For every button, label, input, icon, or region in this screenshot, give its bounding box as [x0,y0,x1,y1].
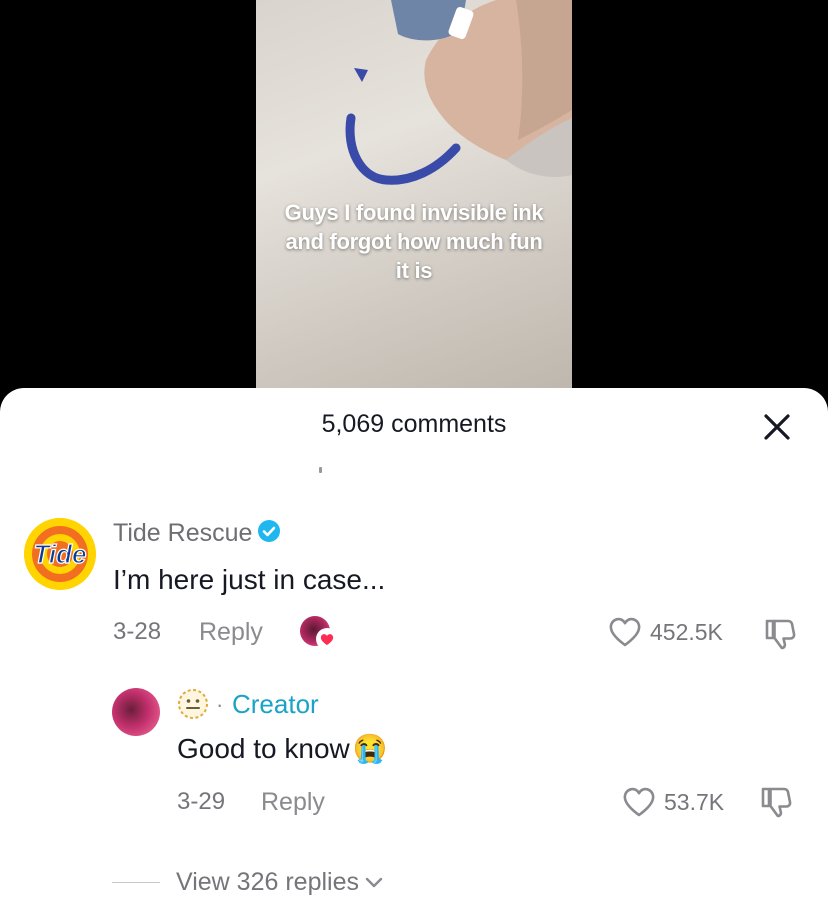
divider-dot [319,467,322,473]
caption-line: Guys I found invisible ink [284,200,544,225]
like-button[interactable]: 452.5K [608,616,723,648]
dislike-icon[interactable] [762,616,798,652]
comments-sheet: 5,069 comments Tide Tide Rescue I’m here… [0,388,828,908]
like-count: 452.5K [650,618,723,645]
avatar[interactable] [112,688,160,736]
heart-outline-icon [623,787,655,817]
video-frame[interactable]: Guys I found invisible ink and forgot ho… [256,0,572,400]
comment-date: 3-28 [113,618,162,645]
view-replies-line [112,882,160,883]
verified-badge-icon [258,519,281,549]
neutral-face-icon [178,689,208,719]
video-caption: Guys I found invisible ink and forgot ho… [256,198,572,285]
username-text: Tide Rescue [113,519,253,547]
creator-label: Creator [232,689,319,719]
loudly-crying-emoji: 😭 [352,733,388,764]
caption-line: and forgot how much fun [285,229,543,254]
comment-username[interactable]: Tide Rescue [113,519,281,549]
comment-text: I’m here just in case... [113,564,386,595]
caption-line: it is [395,258,433,283]
video-player[interactable]: Guys I found invisible ink and forgot ho… [0,0,828,400]
chevron-down-icon [365,877,383,887]
heart-badge-icon [316,628,338,650]
reply-button[interactable]: Reply [199,618,263,647]
reply-text: Good to know 😭 [177,732,388,765]
view-replies-label: View 326 replies [176,868,359,896]
reply-date: 3-29 [177,788,226,815]
svg-text:Tide: Tide [34,539,87,569]
tide-logo-icon: Tide [24,518,96,590]
separator-dot: · [216,692,224,717]
like-button[interactable]: 53.7K [622,786,724,818]
dislike-icon[interactable] [758,784,794,820]
view-replies-button[interactable]: View 326 replies [112,868,383,897]
reply-button[interactable]: Reply [261,788,325,817]
avatar[interactable]: Tide [24,518,96,590]
reply-text-content: Good to know [177,732,350,764]
like-count: 53.7K [664,788,725,815]
close-icon[interactable] [762,412,792,442]
comments-count-title: 5,069 comments [321,410,507,438]
heart-outline-icon [609,617,641,647]
